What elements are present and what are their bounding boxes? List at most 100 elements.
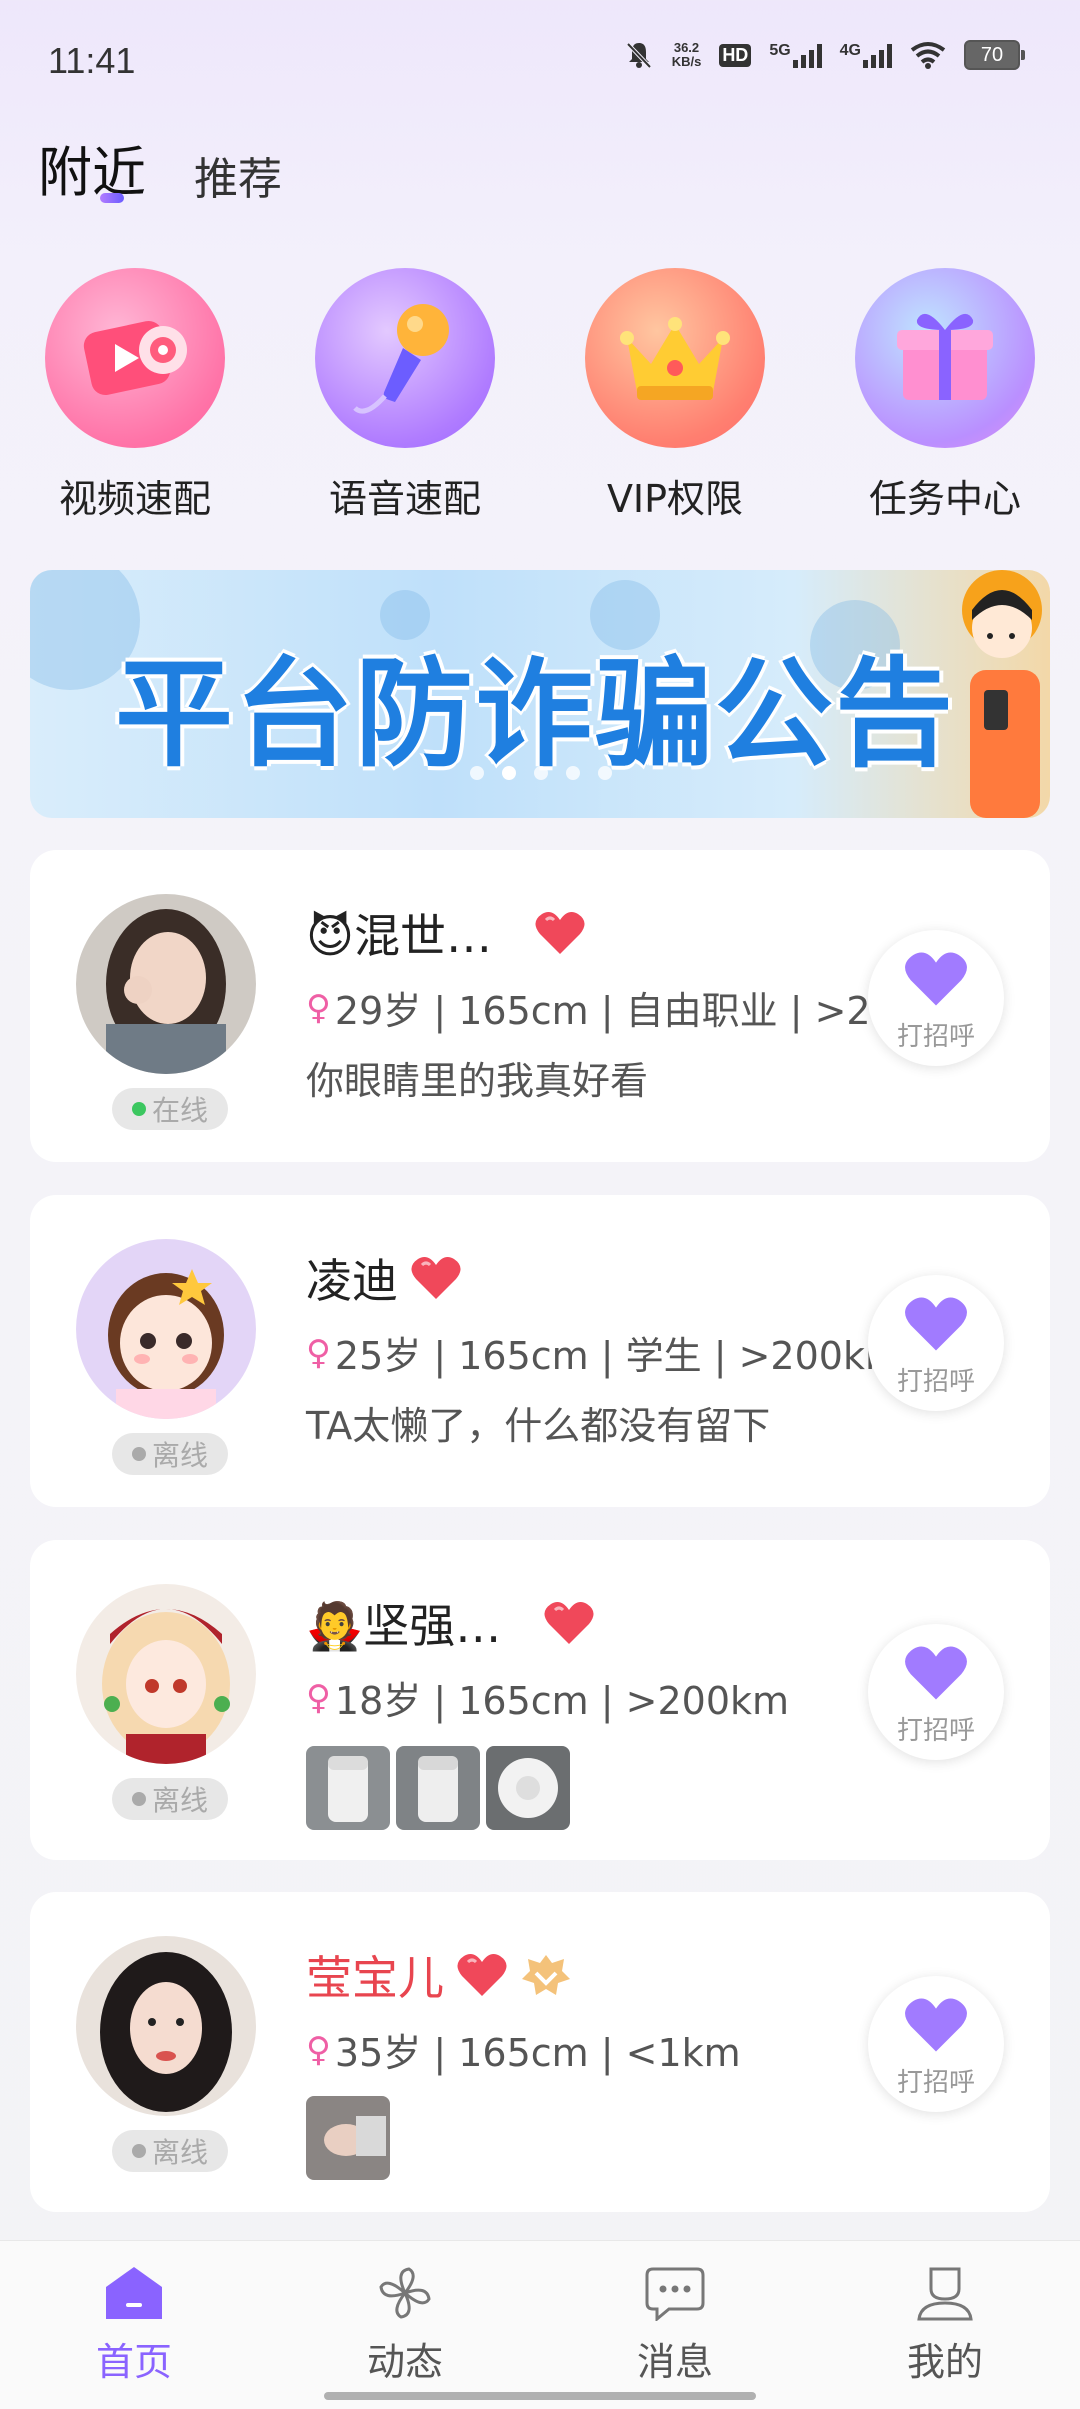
vip-badge-icon (522, 1955, 570, 1995)
nav-home[interactable]: 首页 (34, 2265, 234, 2386)
purple-heart-icon (905, 952, 967, 1006)
female-icon: ♀ (306, 1332, 331, 1373)
tab-nearby[interactable]: 附近 (38, 128, 146, 207)
user-info: ♀ 35岁 | 165cm | <1km (306, 2029, 741, 2076)
heart-icon (411, 1257, 461, 1299)
nav-feed[interactable]: 动态 (305, 2265, 505, 2386)
avatar[interactable] (76, 1584, 256, 1764)
page-dot[interactable] (566, 766, 580, 780)
tab-recommend[interactable]: 推荐 (194, 143, 282, 207)
battery-icon: 70 (964, 40, 1025, 70)
purple-heart-icon (905, 1998, 967, 2052)
photo-thumbnail[interactable] (306, 1746, 390, 1830)
user-signature: 你眼睛里的我真好看 (306, 1059, 649, 1103)
nav-messages[interactable]: 消息 (575, 2265, 775, 2386)
nav-label: 首页 (95, 2340, 172, 2384)
clock: 11:41 (48, 40, 136, 81)
profile-icon (917, 2267, 973, 2321)
greet-label: 打招呼 (896, 1022, 975, 1052)
video-camera-icon (45, 268, 225, 448)
heart-icon (535, 912, 585, 954)
offline-dot (131, 2144, 146, 2158)
avatar[interactable] (76, 1239, 256, 1419)
signal-5g-icon: 5G (769, 42, 822, 68)
name-row: 莹宝儿 (306, 1942, 572, 2008)
page-dot-active[interactable] (502, 766, 516, 780)
signal-4g-icon: 4G (840, 42, 892, 68)
name-row: 凌迪 (306, 1245, 462, 1311)
net-speed: 36.2 KB/s (671, 40, 702, 69)
purple-heart-icon (905, 1646, 967, 1700)
online-dot (131, 1102, 146, 1116)
greet-label: 打招呼 (896, 2068, 975, 2098)
page-dot[interactable] (598, 766, 612, 780)
home-icon (106, 2267, 162, 2319)
mute-bell-icon (626, 42, 652, 69)
quick-action-label: 视频速配 (58, 477, 211, 521)
home-indicator[interactable] (324, 2392, 756, 2400)
greet-label: 打招呼 (896, 1367, 975, 1397)
status-icons: 36.2 KB/s HD 5G 4G 70 (624, 40, 1025, 70)
user-name: 🧛坚强… (306, 1599, 502, 1653)
bottom-nav: 首页 动态 消息 我的 (0, 2240, 1080, 2409)
photo-thumbnail[interactable] (396, 1746, 480, 1830)
offline-dot (131, 1447, 146, 1461)
user-card[interactable]: 在线 😈混世… ♀ 29岁 | 165cm | 自由职业 | >200km 你眼睛… (30, 850, 1050, 1162)
name-row: 😈混世… (306, 900, 586, 966)
photo-thumbnails (306, 1746, 570, 1830)
female-icon: ♀ (306, 2029, 331, 2070)
user-card[interactable]: 离线 凌迪 ♀ 25岁 | 165cm | 学生 | >200km TA太懒了，什… (30, 1195, 1050, 1507)
nav-label: 消息 (636, 2340, 713, 2384)
user-card[interactable]: 离线 🧛坚强… ♀ 18岁 | 165cm | >200km 打招呼 (30, 1540, 1050, 1860)
female-icon: ♀ (306, 987, 331, 1028)
photo-thumbnail[interactable] (306, 2096, 390, 2180)
vip-button[interactable]: VIP权限 (565, 268, 785, 523)
photo-thumbnail[interactable] (486, 1746, 570, 1830)
user-info: ♀ 25岁 | 165cm | 学生 | >200km (306, 1332, 902, 1379)
greet-button[interactable]: 打招呼 (868, 1275, 1004, 1411)
female-icon: ♀ (306, 1677, 331, 1718)
offline-status-badge: 离线 (112, 1778, 228, 1820)
online-status-badge: 在线 (112, 1088, 228, 1130)
crown-icon (585, 268, 765, 448)
task-center-button[interactable]: 任务中心 (835, 268, 1055, 523)
microphone-icon (315, 268, 495, 448)
banner-girl-illustration (962, 570, 1042, 818)
nav-profile[interactable]: 我的 (845, 2265, 1045, 2386)
quick-action-label: 任务中心 (868, 477, 1021, 521)
gift-icon (855, 268, 1035, 448)
nav-label: 动态 (366, 2340, 443, 2384)
page-dot[interactable] (534, 766, 548, 780)
heart-icon (457, 1954, 507, 1996)
greet-button[interactable]: 打招呼 (868, 1976, 1004, 2112)
greet-button[interactable]: 打招呼 (868, 1624, 1004, 1760)
tab-indicator (100, 193, 124, 203)
quick-action-label: VIP权限 (606, 477, 744, 521)
offline-status-badge: 离线 (112, 1433, 228, 1475)
avatar[interactable] (76, 1936, 256, 2116)
page-dot[interactable] (470, 766, 484, 780)
offline-dot (131, 1792, 146, 1806)
notice-banner[interactable]: 平台防诈骗公告 (30, 570, 1050, 818)
photo-thumbnails (306, 2096, 390, 2180)
user-card[interactable]: 离线 莹宝儿 ♀ 35岁 | 165cm | <1km 打招呼 (30, 1892, 1050, 2212)
nav-label: 我的 (906, 2340, 983, 2384)
quick-action-label: 语音速配 (328, 477, 481, 521)
status-bar: 11:41 36.2 KB/s HD 5G 4G 70 (0, 0, 1080, 120)
user-name: 凌迪 (306, 1254, 398, 1308)
video-match-button[interactable]: 视频速配 (25, 268, 245, 523)
avatar[interactable] (76, 894, 256, 1074)
user-name: 莹宝儿 (306, 1951, 444, 2005)
wifi-icon (910, 42, 946, 69)
greet-button[interactable]: 打招呼 (868, 930, 1004, 1066)
user-signature: TA太懒了，什么都没有留下 (306, 1404, 771, 1448)
user-name: 😈混世… (306, 909, 492, 963)
user-info: ♀ 18岁 | 165cm | >200km (306, 1677, 790, 1724)
hd-icon: HD (719, 43, 752, 67)
heart-icon (544, 1602, 594, 1644)
offline-status-badge: 离线 (112, 2130, 228, 2172)
banner-pagination (470, 766, 612, 780)
quick-actions: 视频速配 语音速配 VIP权限 任务中心 (0, 268, 1080, 528)
chat-bubble-icon (645, 2267, 705, 2323)
voice-match-button[interactable]: 语音速配 (295, 268, 515, 523)
